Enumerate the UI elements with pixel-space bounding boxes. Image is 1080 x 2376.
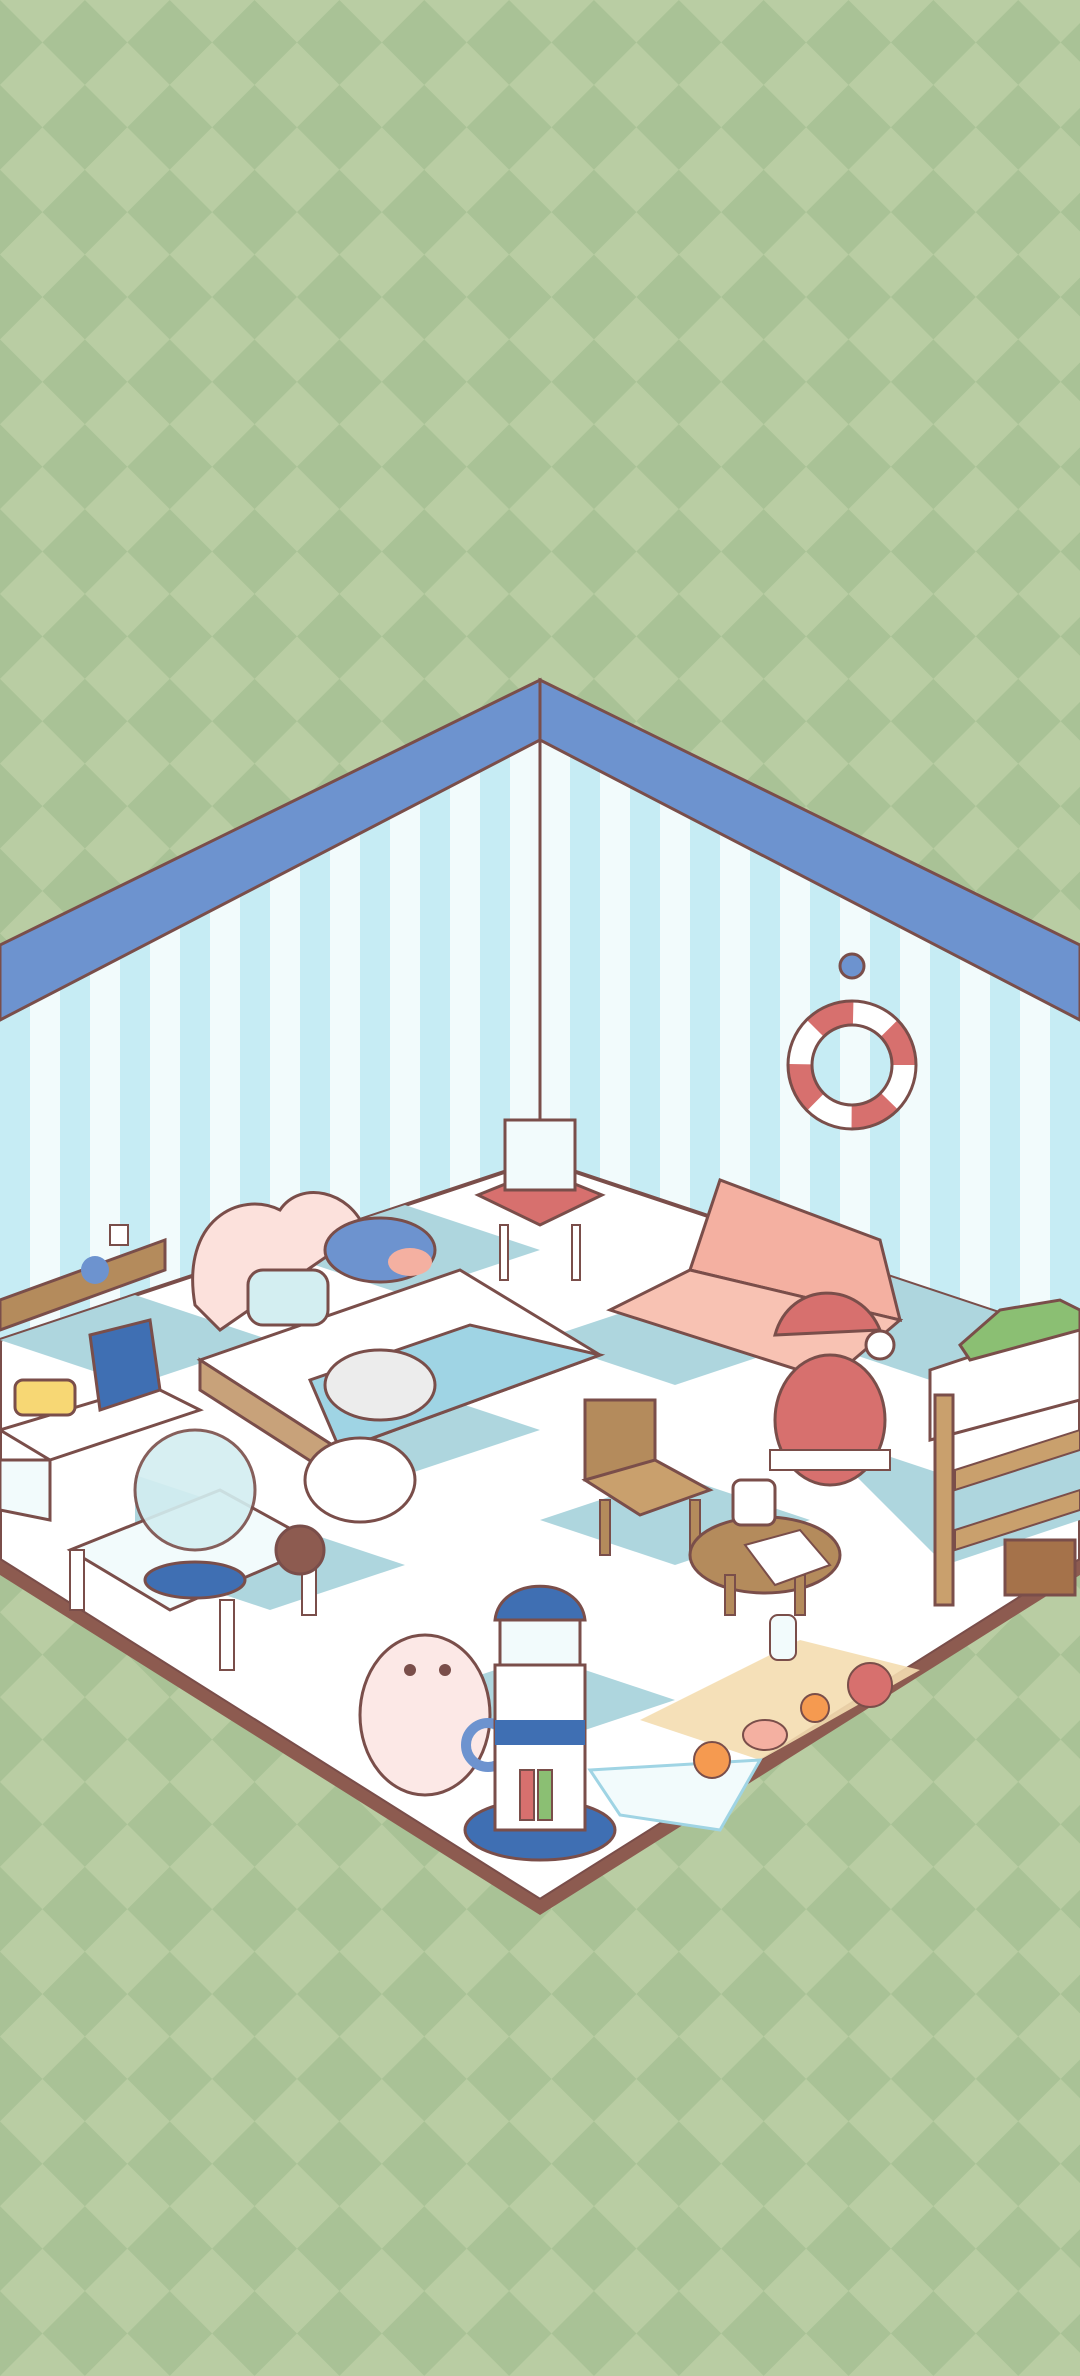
lantern-icon — [503, 1118, 577, 1192]
starfish-icon — [800, 1693, 830, 1723]
starfish-icon — [847, 1662, 893, 1708]
message-bottle-icon — [769, 1614, 797, 1661]
starfish-icon — [81, 1256, 109, 1284]
paw-pillow-icon — [246, 1268, 330, 1327]
starfish-icon — [693, 1741, 731, 1779]
shell-icon — [742, 1719, 788, 1751]
game-scene — [0, 0, 1080, 2376]
coffee-cup-icon — [731, 1478, 777, 1527]
santa-pet[interactable] — [769, 1291, 896, 1487]
hamster-icon — [358, 1633, 492, 1797]
fishbowl-icon — [133, 1428, 257, 1552]
fish-hook-icon — [838, 952, 866, 980]
pet-icon — [303, 1436, 417, 1524]
shark-plush[interactable] — [323, 1216, 437, 1284]
